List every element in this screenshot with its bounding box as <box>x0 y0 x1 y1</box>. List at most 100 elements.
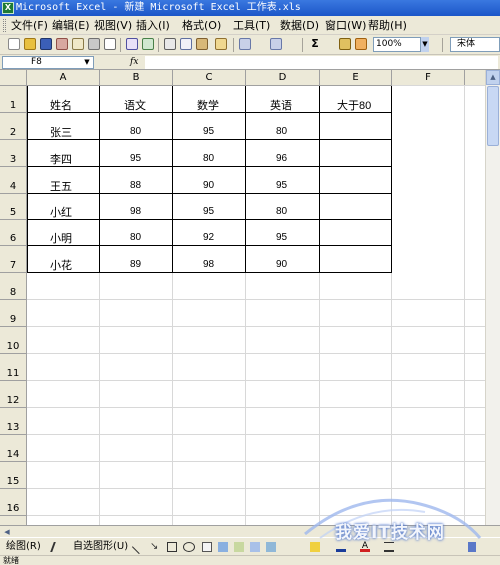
open-icon[interactable] <box>24 38 36 50</box>
redo-icon[interactable] <box>270 38 282 50</box>
text-box-icon[interactable] <box>202 542 212 552</box>
fill-color-icon[interactable] <box>310 542 320 552</box>
oval-icon[interactable] <box>183 542 195 552</box>
scroll-up-icon[interactable]: ▲ <box>486 70 500 85</box>
select-objects-icon[interactable] <box>50 542 64 552</box>
save-icon[interactable] <box>40 38 52 50</box>
cut-icon[interactable] <box>164 38 176 50</box>
research-icon[interactable] <box>142 38 154 50</box>
font-color-icon[interactable]: A <box>360 542 370 552</box>
draw-menu-button[interactable]: 绘图(R) <box>6 541 41 553</box>
autosum-icon[interactable]: Σ <box>309 38 321 50</box>
chevron-down-icon[interactable]: ▼ <box>420 37 429 52</box>
arrow-icon[interactable]: ↘ <box>150 542 160 552</box>
rectangle-icon[interactable] <box>167 542 177 552</box>
chevron-down-icon[interactable]: ▼ <box>82 57 92 68</box>
first-sheet-icon[interactable]: ◀ <box>2 527 12 537</box>
row-header[interactable]: 11 <box>0 354 27 381</box>
row-header[interactable]: 16 <box>0 489 27 516</box>
cell-c2[interactable]: 95 <box>203 126 214 137</box>
row-header[interactable]: 1 <box>0 86 27 113</box>
worksheet-grid[interactable]: A B C D E F 1 2 3 4 5 6 7 8 9 10 11 12 1… <box>0 70 500 525</box>
autoshapes-menu-button[interactable]: 自选图形(U) <box>73 541 128 553</box>
cell-a4[interactable]: 王五 <box>50 178 72 194</box>
chart-wizard-icon[interactable] <box>339 38 351 50</box>
cell-b6[interactable]: 80 <box>130 232 141 243</box>
row-header[interactable]: 12 <box>0 381 27 408</box>
row-header[interactable]: 5 <box>0 194 27 220</box>
row-header[interactable]: 6 <box>0 220 27 246</box>
cell-d2[interactable]: 80 <box>276 126 287 137</box>
cell-c1[interactable]: 数学 <box>197 97 219 113</box>
cell-b2[interactable]: 80 <box>130 126 141 137</box>
cell-d1[interactable]: 英语 <box>270 97 292 113</box>
row-header[interactable] <box>0 516 27 525</box>
cell-b7[interactable]: 89 <box>130 259 141 270</box>
row-header[interactable]: 14 <box>0 435 27 462</box>
menu-window[interactable]: 窗口(W) <box>325 18 366 33</box>
column-header-a[interactable]: A <box>27 70 100 86</box>
column-header-e[interactable]: E <box>320 70 392 86</box>
new-icon[interactable] <box>8 38 20 50</box>
menu-bar-grip[interactable] <box>3 19 6 32</box>
cell-b1[interactable]: 语文 <box>124 97 146 113</box>
cell-a6[interactable]: 小明 <box>50 230 72 246</box>
copy-icon[interactable] <box>180 38 192 50</box>
cell-b4[interactable]: 88 <box>130 180 141 191</box>
cell-d5[interactable]: 80 <box>276 206 287 217</box>
row-header[interactable]: 7 <box>0 246 27 273</box>
print-preview-icon[interactable] <box>104 38 116 50</box>
insert-function-icon[interactable]: fx <box>130 56 142 69</box>
menu-tools[interactable]: 工具(T) <box>233 18 270 33</box>
undo-icon[interactable] <box>239 38 251 50</box>
spelling-icon[interactable] <box>126 38 138 50</box>
cell-a7[interactable]: 小花 <box>50 257 72 273</box>
cell-a5[interactable]: 小红 <box>50 204 72 220</box>
excel-app-icon[interactable]: X <box>2 2 14 14</box>
select-all-corner[interactable] <box>0 70 27 86</box>
cell-a2[interactable]: 张三 <box>50 124 72 140</box>
cell-d4[interactable]: 95 <box>276 180 287 191</box>
menu-view[interactable]: 视图(V) <box>94 18 132 33</box>
cell-c7[interactable]: 98 <box>203 259 214 270</box>
format-painter-icon[interactable] <box>215 38 227 50</box>
cell-a1[interactable]: 姓名 <box>50 97 72 113</box>
picture-icon[interactable] <box>266 542 276 552</box>
drawing-icon[interactable] <box>355 38 367 50</box>
diagram-icon[interactable] <box>234 542 244 552</box>
line-icon[interactable] <box>131 539 147 555</box>
vertical-scrollbar[interactable]: ▲ <box>485 70 500 525</box>
menu-insert[interactable]: 插入(I) <box>136 18 170 33</box>
formula-input[interactable] <box>145 56 498 69</box>
column-header-d[interactable]: D <box>246 70 320 86</box>
row-header[interactable]: 8 <box>0 273 27 300</box>
column-header-c[interactable]: C <box>173 70 246 86</box>
column-header-b[interactable]: B <box>100 70 173 86</box>
paste-icon[interactable] <box>196 38 208 50</box>
row-header[interactable]: 13 <box>0 408 27 435</box>
cell-d3[interactable]: 96 <box>276 153 287 164</box>
menu-help[interactable]: 帮助(H) <box>368 18 407 33</box>
permission-icon[interactable] <box>56 38 68 50</box>
more-buttons-icon[interactable] <box>468 542 476 552</box>
row-header[interactable]: 10 <box>0 327 27 354</box>
email-icon[interactable] <box>72 38 84 50</box>
row-header[interactable]: 3 <box>0 140 27 167</box>
wordart-icon[interactable] <box>218 542 228 552</box>
row-header[interactable]: 4 <box>0 167 27 194</box>
cell-c6[interactable]: 92 <box>203 232 214 243</box>
row-header[interactable]: 2 <box>0 113 27 140</box>
print-icon[interactable] <box>88 38 100 50</box>
cell-c3[interactable]: 80 <box>203 153 214 164</box>
menu-format[interactable]: 格式(O) <box>182 18 221 33</box>
cell-a3[interactable]: 李四 <box>50 151 72 167</box>
name-box[interactable]: F8 <box>2 56 94 69</box>
menu-data[interactable]: 数据(D) <box>280 18 319 33</box>
cell-e1[interactable]: 大于80 <box>337 97 371 113</box>
clip-art-icon[interactable] <box>250 542 260 552</box>
cell-d7[interactable]: 90 <box>276 259 287 270</box>
cell-b5[interactable]: 98 <box>130 206 141 217</box>
menu-edit[interactable]: 编辑(E) <box>52 18 90 33</box>
line-style-icon[interactable] <box>384 542 394 552</box>
cell-c4[interactable]: 90 <box>203 180 214 191</box>
